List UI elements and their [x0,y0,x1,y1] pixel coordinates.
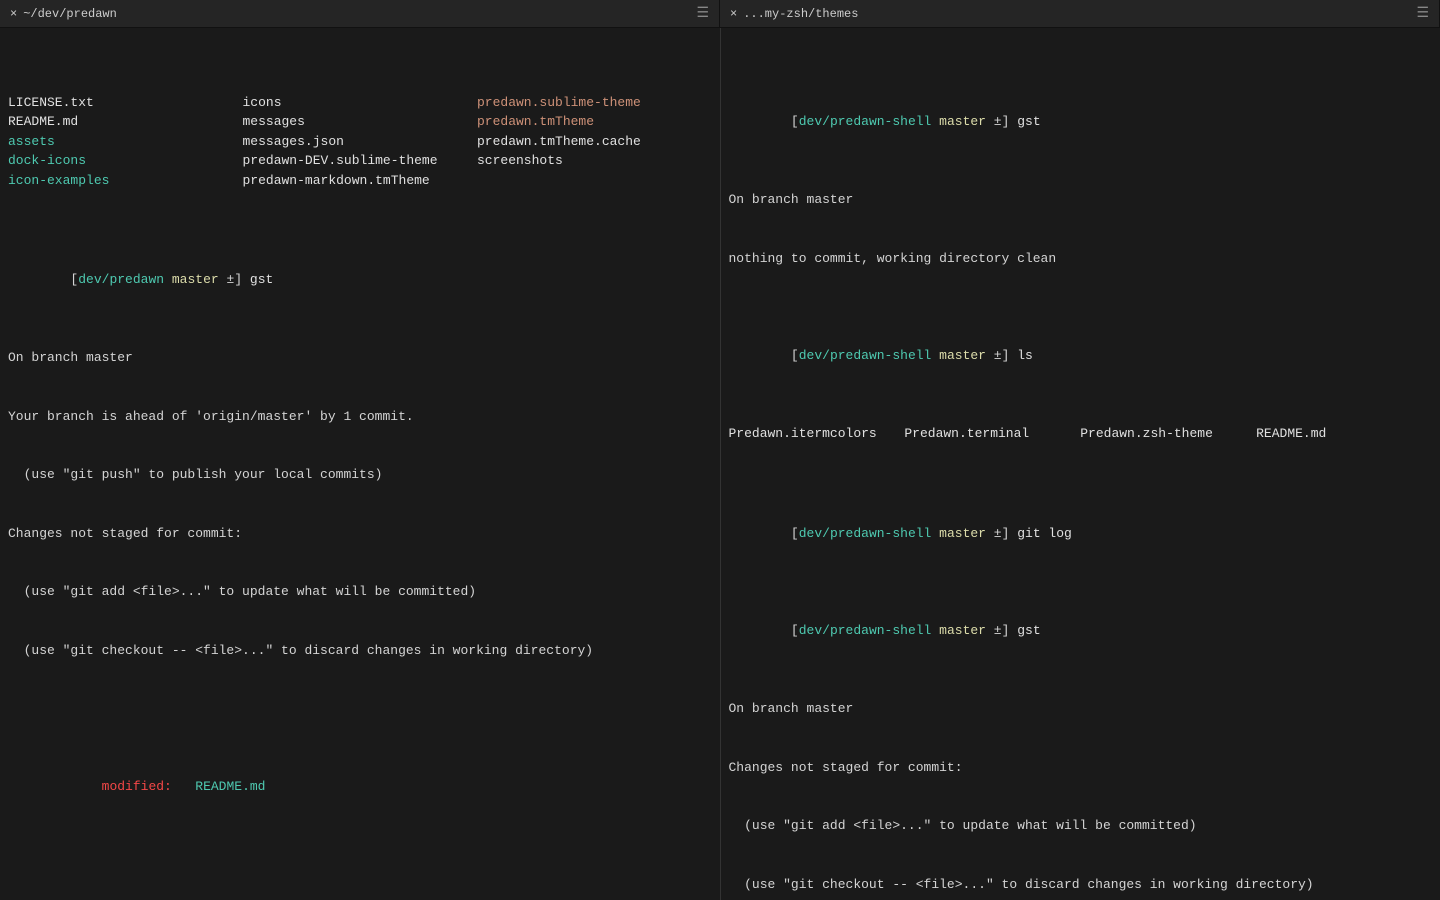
output-line: (use "git push" to publish your local co… [8,465,712,485]
terminal-pane-right[interactable]: [dev/predawn-shell master ±] gst On bran… [721,28,1440,900]
menu-icon-pane2[interactable]: ☰ [1416,5,1429,22]
close-icon-pane2[interactable]: × [730,7,737,21]
file-item: screenshots [477,151,712,171]
output-line: Changes not staged for commit: [729,758,1433,778]
file-item: Predawn.zsh-theme [1080,424,1256,444]
file-item: README.md [8,112,243,132]
file-item: Predawn.terminal [904,424,1080,444]
panes-content: LICENSE.txt icons predawn.sublime-theme … [0,28,1440,900]
output-line: (use "git checkout -- <file>..." to disc… [729,875,1433,895]
file-item: README.md [1256,424,1432,444]
file-item: assets [8,132,243,152]
file-item: dock-icons [8,151,243,171]
tab-bar: × ~/dev/predawn ☰ × ...my-zsh/themes ☰ [0,0,1440,28]
file-item [477,171,712,191]
tab-pane2[interactable]: × ...my-zsh/themes ☰ [720,0,1440,27]
prompt-line: [dev/predawn-shell master ±] gst [729,602,1433,661]
file-item: icons [243,93,478,113]
output-line: (use "git add <file>..." to update what … [8,582,712,602]
file-listing: LICENSE.txt icons predawn.sublime-theme … [8,93,712,191]
git-status-line: modified: README.md [8,758,712,817]
output-line: On branch master [8,348,712,368]
tab-pane2-label: ...my-zsh/themes [743,7,858,21]
file-item: messages [243,112,478,132]
output-line: On branch master [729,699,1433,719]
file-item: icon-examples [8,171,243,191]
output-line: Changes not staged for commit: [8,524,712,544]
output-line: (use "git add <file>..." to update what … [729,816,1433,836]
tab-pane1[interactable]: × ~/dev/predawn ☰ [0,0,720,27]
prompt-line: [dev/predawn-shell master ±] gst [729,93,1433,152]
output-line: Your branch is ahead of 'origin/master' … [8,407,712,427]
prompt-line: [dev/predawn-shell master ±] git log [729,504,1433,563]
file-listing-right: Predawn.itermcolors Predawn.terminal Pre… [729,424,1433,444]
tab-pane1-label: ~/dev/predawn [23,7,117,21]
prompt-line: [dev/predawn master ±] gst [8,251,712,310]
file-item: messages.json [243,132,478,152]
file-item: predawn-DEV.sublime-theme [243,151,478,171]
output-line: (use "git checkout -- <file>..." to disc… [8,641,712,661]
terminal-app: × ~/dev/predawn ☰ × ...my-zsh/themes ☰ L… [0,0,1440,900]
file-item: predawn-markdown.tmTheme [243,171,478,191]
file-item: Predawn.itermcolors [729,424,905,444]
terminal-pane-left[interactable]: LICENSE.txt icons predawn.sublime-theme … [0,28,721,900]
file-item: LICENSE.txt [8,93,243,113]
file-item: predawn.tmTheme.cache [477,132,712,152]
prompt-line: [dev/predawn-shell master ±] ls [729,327,1433,386]
file-item: predawn.tmTheme [477,112,712,132]
output-line: nothing to commit, working directory cle… [729,249,1433,269]
menu-icon-pane1[interactable]: ☰ [696,5,709,22]
file-item: predawn.sublime-theme [477,93,712,113]
close-icon-pane1[interactable]: × [10,7,17,21]
output-line: On branch master [729,190,1433,210]
